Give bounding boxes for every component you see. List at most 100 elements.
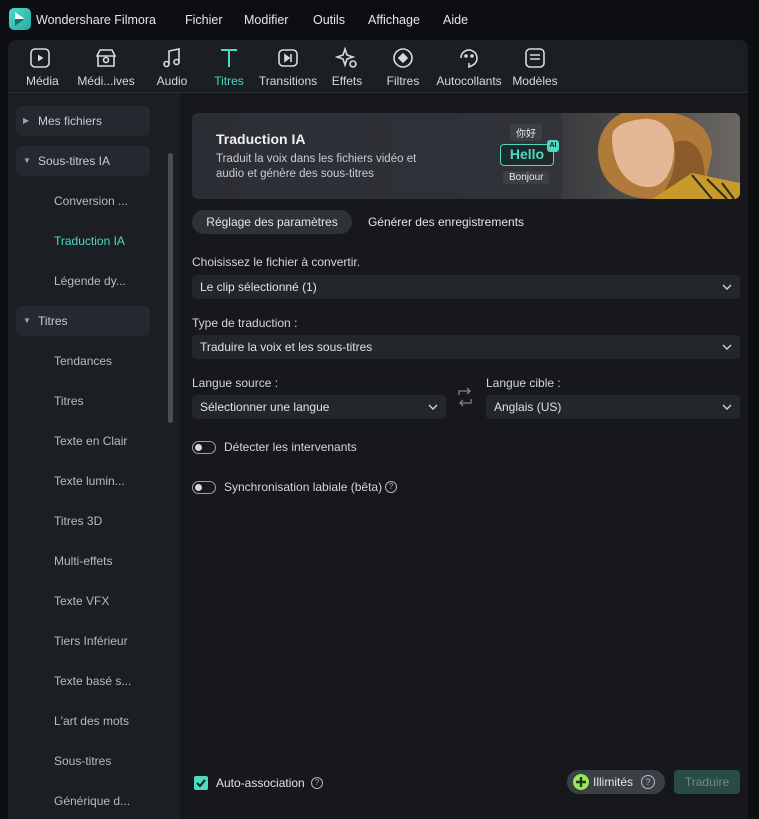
tab-label: Filtres xyxy=(386,74,420,88)
tab-filters[interactable]: Filtres xyxy=(386,46,420,90)
transition-icon xyxy=(278,49,298,67)
source-language-value: Sélectionner une langue xyxy=(200,400,330,414)
translation-type-select[interactable]: Traduire la voix et les sous-titres xyxy=(192,335,740,359)
source-language-select[interactable]: Sélectionner une langue xyxy=(192,395,446,419)
chevron-down-icon xyxy=(722,404,732,410)
window-edge xyxy=(748,200,759,819)
menu-fichier[interactable]: Fichier xyxy=(185,13,223,27)
chip-bonjour: Bonjour xyxy=(503,171,550,184)
sidebar-group-sous-titres-ia[interactable]: ▼ Sous-titres IA xyxy=(16,146,150,176)
tab-label: Transitions xyxy=(258,74,318,88)
help-icon[interactable]: ? xyxy=(385,481,397,493)
ai-badge: AI xyxy=(547,140,559,152)
tab-templates[interactable]: Modèles xyxy=(510,46,560,90)
title-t-icon xyxy=(221,49,237,67)
menu-modifier[interactable]: Modifier xyxy=(244,13,288,27)
tab-generate-records[interactable]: Générer des enregistrements xyxy=(366,210,526,234)
sidebar-item-texte-base[interactable]: Texte basé s... xyxy=(54,674,131,688)
menu-affichage[interactable]: Affichage xyxy=(368,13,420,27)
sidebar-item-titres[interactable]: Titres xyxy=(54,394,84,408)
resource-tabs: Média Médi...ives Audio Titres Transitio… xyxy=(8,40,748,92)
sidebar-scrollbar[interactable] xyxy=(168,153,173,423)
translate-button[interactable]: Traduire xyxy=(674,770,740,794)
sidebar-group-label: Sous-titres IA xyxy=(38,154,111,168)
caret-down-icon: ▼ xyxy=(23,156,31,165)
lip-sync-row: Synchronisation labiale (bêta) ? xyxy=(192,480,412,496)
sidebar-item-sous-titres[interactable]: Sous-titres xyxy=(54,754,111,768)
tab-label: Média xyxy=(26,74,59,88)
help-icon[interactable]: ? xyxy=(641,775,655,789)
file-label: Choisissez le fichier à convertir. xyxy=(192,255,361,269)
target-language-select[interactable]: Anglais (US) xyxy=(486,395,740,419)
template-icon xyxy=(525,48,545,68)
menu-aide[interactable]: Aide xyxy=(443,13,468,27)
lip-sync-toggle[interactable] xyxy=(192,481,216,494)
ai-translation-panel: Traduction IA Traduit la voix dans les f… xyxy=(180,92,748,819)
tab-media[interactable]: Média xyxy=(26,46,59,90)
sidebar-item-multi-effets[interactable]: Multi-effets xyxy=(54,554,112,568)
unlimited-credits-badge[interactable]: Illimités ? xyxy=(567,770,665,794)
sidebar-item-texte-lumineux[interactable]: Texte lumin... xyxy=(54,474,125,488)
chip-chinese: 你好 xyxy=(510,124,542,141)
tab-transitions[interactable]: Transitions xyxy=(258,46,318,90)
caret-right-icon: ▶ xyxy=(23,116,30,125)
detect-speakers-label: Détecter les intervenants xyxy=(224,440,357,454)
translation-type-value: Traduire la voix et les sous-titres xyxy=(200,340,373,354)
sidebar-item-generique[interactable]: Générique d... xyxy=(54,794,130,808)
banner-title: Traduction IA xyxy=(216,131,306,147)
sidebar-item-titres-3d[interactable]: Titres 3D xyxy=(54,514,102,528)
sidebar-item-legende[interactable]: Légende dy... xyxy=(54,274,126,288)
tab-titles[interactable]: Titres xyxy=(212,46,246,90)
caret-down-icon: ▼ xyxy=(23,316,31,325)
auto-association-label: Auto-association xyxy=(216,776,305,790)
chevron-down-icon xyxy=(722,284,732,290)
sidebar-item-texte-en-clair[interactable]: Texte en Clair xyxy=(54,434,127,448)
sidebar-group-label: Titres xyxy=(38,314,68,328)
tab-label: Titres xyxy=(214,74,244,88)
target-language-label: Langue cible : xyxy=(486,376,561,390)
file-select-value: Le clip sélectionné (1) xyxy=(200,280,317,294)
stock-media-icon xyxy=(95,49,117,67)
tab-stock-media[interactable]: Médi...ives xyxy=(76,46,136,90)
tab-parameter-settings[interactable]: Réglage des paramètres xyxy=(192,210,352,234)
sidebar-item-traduction-ia[interactable]: Traduction IA xyxy=(54,234,125,248)
music-note-icon xyxy=(163,48,180,68)
source-language-label: Langue source : xyxy=(192,376,279,390)
tab-label: Audio xyxy=(156,74,188,88)
help-icon[interactable]: ? xyxy=(311,777,323,789)
tab-label: Médi...ives xyxy=(77,74,135,88)
plus-credit-icon xyxy=(573,774,589,790)
tab-audio[interactable]: Audio xyxy=(154,46,190,90)
tab-effects[interactable]: Effets xyxy=(331,46,363,90)
swap-languages-icon[interactable] xyxy=(457,387,473,407)
main-panel: Média Médi...ives Audio Titres Transitio… xyxy=(8,40,748,819)
sidebar-item-texte-vfx[interactable]: Texte VFX xyxy=(54,594,109,608)
woman-portrait-illustration xyxy=(562,113,740,199)
checkmark-icon xyxy=(196,779,206,788)
chip-hello: Hello xyxy=(500,144,554,166)
banner-description: Traduit la voix dans les fichiers vidéo … xyxy=(216,153,417,180)
translation-type-label: Type de traduction : xyxy=(192,316,298,330)
detect-speakers-toggle[interactable] xyxy=(192,441,216,454)
detect-speakers-row: Détecter les intervenants xyxy=(192,440,392,456)
tab-label: Effets xyxy=(331,74,363,88)
tab-stickers[interactable]: Autocollants xyxy=(434,46,504,90)
menu-outils[interactable]: Outils xyxy=(313,13,345,27)
feature-banner: Traduction IA Traduit la voix dans les f… xyxy=(192,113,740,199)
sidebar-group-titres[interactable]: ▼ Titres xyxy=(16,306,150,336)
file-select[interactable]: Le clip sélectionné (1) xyxy=(192,275,740,299)
chevron-down-icon xyxy=(722,344,732,350)
title-bar: Wondershare Filmora Fichier Modifier Out… xyxy=(0,0,759,40)
sidebar-item-art-des-mots[interactable]: L'art des mots xyxy=(54,714,129,728)
sidebar-item-tendances[interactable]: Tendances xyxy=(54,354,112,368)
target-language-value: Anglais (US) xyxy=(494,400,562,414)
sidebar-item-tiers-inferieur[interactable]: Tiers Inférieur xyxy=(54,634,128,648)
filter-icon xyxy=(393,48,413,68)
sticker-icon xyxy=(460,49,478,69)
chevron-down-icon xyxy=(428,404,438,410)
sidebar-item-conversion[interactable]: Conversion ... xyxy=(54,194,128,208)
tab-label: Autocollants xyxy=(436,74,502,88)
lip-sync-label: Synchronisation labiale (bêta) xyxy=(224,480,383,494)
auto-association-checkbox[interactable] xyxy=(194,776,208,790)
sidebar-group-mes-fichiers[interactable]: ▶ Mes fichiers xyxy=(16,106,150,136)
